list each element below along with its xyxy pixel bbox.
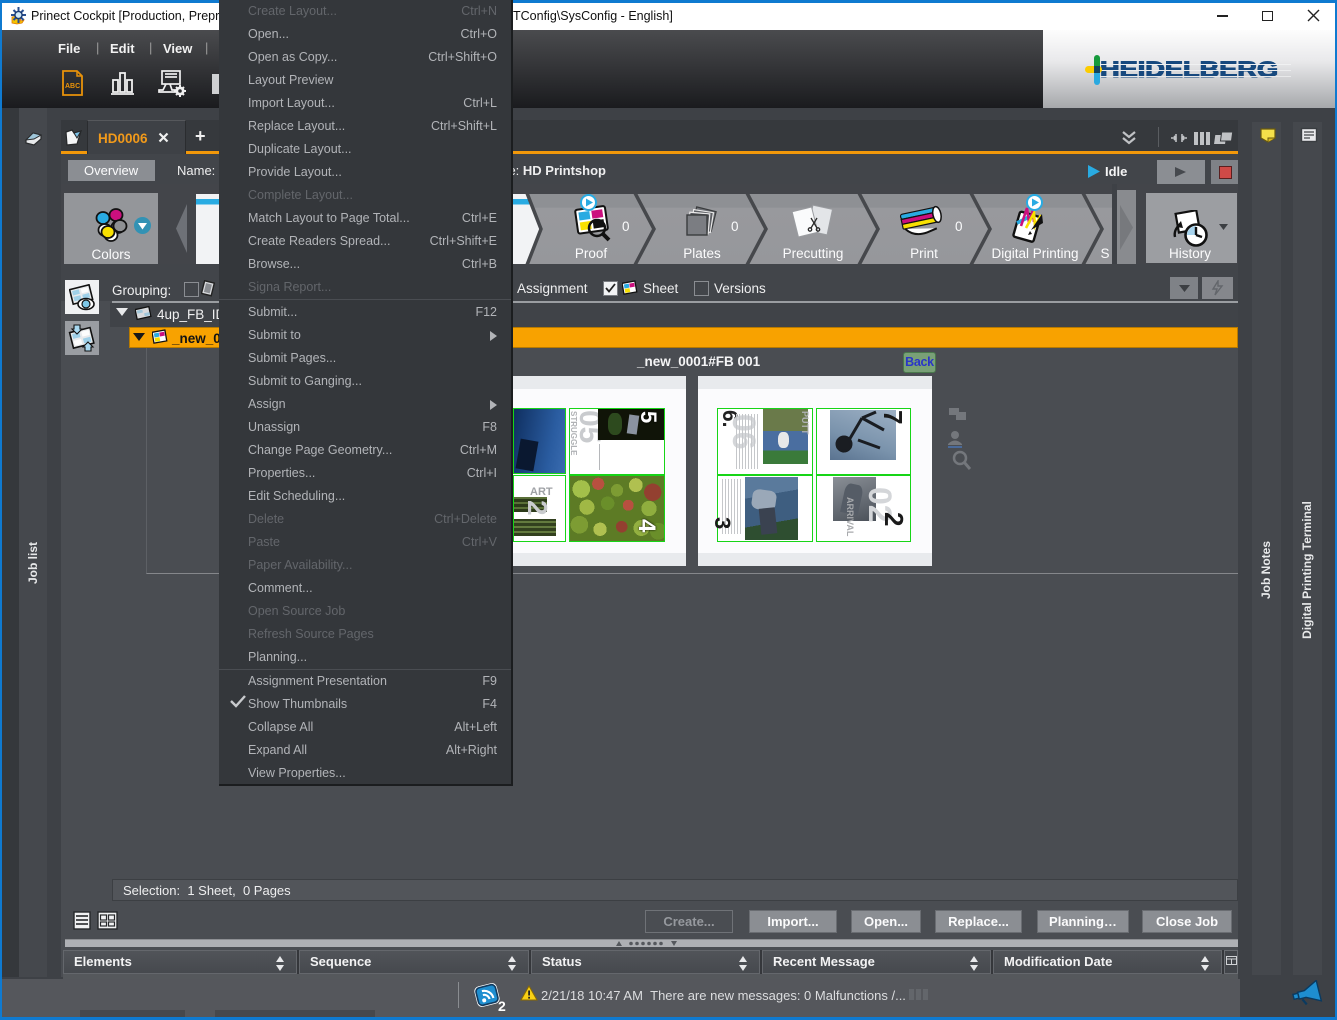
svg-text:ABC: ABC [65,83,80,90]
svg-text:S: S [1100,246,1109,261]
svg-text:Precutting: Precutting [783,246,844,261]
svg-text:Proof: Proof [575,246,608,261]
svg-text:Print: Print [910,246,938,261]
svg-text:Plates: Plates [683,246,721,261]
svg-text:0: 0 [622,219,630,234]
svg-text:0: 0 [955,219,963,234]
svg-text:0: 0 [731,219,739,234]
svg-text:2: 2 [498,998,506,1012]
svg-text:Digital Printing: Digital Printing [991,246,1078,261]
